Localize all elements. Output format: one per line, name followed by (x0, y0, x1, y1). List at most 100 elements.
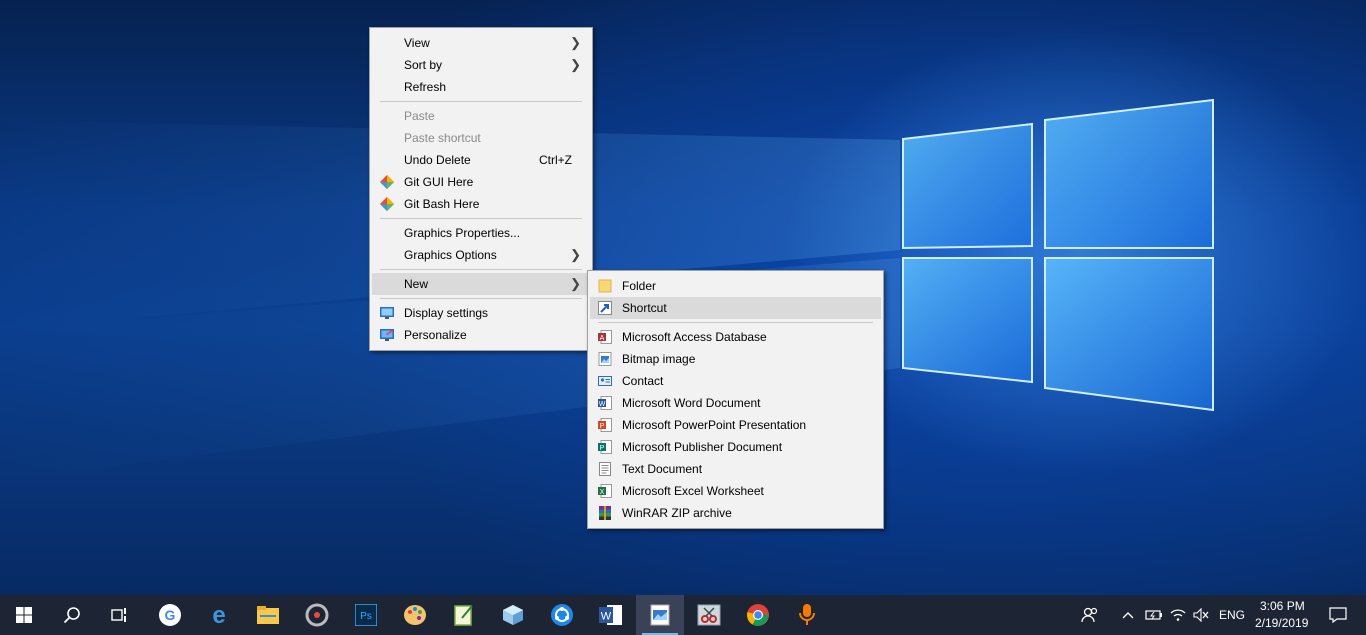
task-view-icon (111, 608, 126, 622)
menu-item-label: Shortcut (622, 301, 667, 315)
new-item-publisher-document[interactable]: P Microsoft Publisher Document (590, 436, 881, 458)
new-item-powerpoint-presentation[interactable]: P Microsoft PowerPoint Presentation (590, 414, 881, 436)
new-submenu: Folder Shortcut A Microsoft Access Datab… (587, 270, 884, 529)
volume-button[interactable] (1189, 595, 1213, 635)
word-button[interactable]: W (587, 595, 635, 635)
people-icon (1081, 607, 1098, 623)
menu-item-paste: Paste (372, 105, 590, 127)
image-viewer-icon (650, 604, 670, 626)
notepad-button[interactable] (440, 595, 488, 635)
chevron-right-icon: ❯ (570, 57, 581, 72)
task-view-button[interactable] (96, 595, 144, 635)
chrome-icon (747, 604, 769, 626)
powerpoint-icon: P (598, 418, 612, 432)
new-item-word-document[interactable]: W Microsoft Word Document (590, 392, 881, 414)
box-app-icon (503, 605, 523, 625)
menu-item-view[interactable]: View ❯ (372, 32, 590, 54)
menu-item-label: New (404, 277, 429, 291)
action-center-button[interactable] (1318, 595, 1358, 635)
svg-text:P: P (600, 423, 605, 430)
clock-time[interactable]: 3:06 PM (1260, 599, 1305, 613)
new-item-access-database[interactable]: A Microsoft Access Database (590, 326, 881, 348)
wifi-icon (1170, 609, 1186, 621)
new-item-excel-worksheet[interactable]: X Microsoft Excel Worksheet (590, 480, 881, 502)
microphone-icon (799, 604, 815, 625)
menu-item-shortcut: Ctrl+Z (539, 153, 572, 167)
display-icon (380, 307, 394, 319)
menu-separator (380, 218, 582, 219)
box-app-button[interactable] (489, 595, 537, 635)
show-hidden-icons-button[interactable] (1116, 595, 1140, 635)
menu-item-label: Graphics Properties... (404, 226, 521, 240)
menu-separator (380, 101, 582, 102)
svg-text:Ps: Ps (360, 611, 372, 622)
menu-item-git-gui-here[interactable]: Git GUI Here (372, 171, 590, 193)
clock-date[interactable]: 2/19/2019 (1255, 616, 1308, 630)
access-icon: A (598, 330, 612, 344)
svg-text:W: W (601, 611, 612, 623)
new-item-contact[interactable]: Contact (590, 370, 881, 392)
chevron-right-icon: ❯ (570, 247, 581, 262)
menu-item-graphics-options[interactable]: Graphics Options ❯ (372, 244, 590, 266)
menu-item-display-settings[interactable]: Display settings (372, 302, 590, 324)
language-indicator[interactable]: ENG (1219, 608, 1245, 622)
new-item-bitmap-image[interactable]: Bitmap image (590, 348, 881, 370)
svg-text:X: X (600, 489, 605, 496)
paint-button[interactable] (391, 595, 439, 635)
word-icon: W (599, 605, 622, 625)
sync-app-icon (551, 604, 573, 626)
file-explorer-button[interactable] (244, 595, 292, 635)
edge-icon: e (212, 603, 225, 627)
search-icon (63, 607, 80, 624)
menu-item-label: Paste (404, 109, 435, 123)
menu-item-undo-delete[interactable]: Undo Delete Ctrl+Z (372, 149, 590, 171)
menu-item-label: Microsoft Excel Worksheet (622, 484, 764, 498)
new-item-winrar-zip-archive[interactable]: WinRAR ZIP archive (590, 502, 881, 524)
menu-item-label: Personalize (404, 328, 467, 342)
google-icon: G (159, 604, 181, 626)
search-button[interactable] (48, 595, 96, 635)
menu-separator (598, 322, 873, 323)
sync-app-button[interactable] (538, 595, 586, 635)
image-viewer-button[interactable] (636, 595, 684, 635)
edge-button[interactable]: e (195, 595, 243, 635)
menu-item-label: Paste shortcut (404, 131, 481, 145)
menu-item-label: Folder (622, 279, 657, 293)
photoshop-icon: Ps (355, 604, 377, 626)
menu-separator (380, 298, 582, 299)
obs-button[interactable] (293, 595, 341, 635)
battery-button[interactable] (1142, 595, 1166, 635)
menu-item-label: Sort by (404, 58, 443, 72)
menu-item-label: Text Document (622, 462, 703, 476)
menu-item-label: Bitmap image (622, 352, 696, 366)
menu-item-graphics-properties[interactable]: Graphics Properties... (372, 222, 590, 244)
menu-item-personalize[interactable]: Personalize (372, 324, 590, 346)
new-item-text-document[interactable]: Text Document (590, 458, 881, 480)
chevron-up-icon (1122, 612, 1134, 619)
menu-separator (380, 269, 582, 270)
menu-item-refresh[interactable]: Refresh (372, 76, 590, 98)
photoshop-button[interactable]: Ps (342, 595, 390, 635)
new-item-folder[interactable]: Folder (590, 275, 881, 297)
chrome-button[interactable] (734, 595, 782, 635)
new-item-shortcut[interactable]: Shortcut (590, 297, 881, 319)
publisher-icon: P (598, 440, 612, 454)
menu-item-git-bash-here[interactable]: Git Bash Here (372, 193, 590, 215)
shortcut-icon (598, 301, 612, 315)
menu-item-label: Microsoft Word Document (622, 396, 761, 410)
network-button[interactable] (1166, 595, 1190, 635)
google-app-button[interactable]: G (146, 595, 194, 635)
paint-icon (404, 605, 426, 625)
menu-item-label: Graphics Options (404, 248, 497, 262)
file-explorer-icon (257, 606, 279, 624)
people-button[interactable] (1070, 595, 1110, 635)
menu-item-sort-by[interactable]: Sort by ❯ (372, 54, 590, 76)
menu-item-label: Git Bash Here (404, 197, 480, 211)
microphone-app-button[interactable] (783, 595, 831, 635)
snipping-tool-icon (697, 604, 721, 626)
start-button[interactable] (0, 595, 48, 635)
snipping-tool-button[interactable] (685, 595, 733, 635)
menu-item-new[interactable]: New ❯ (372, 273, 590, 295)
menu-item-label: Git GUI Here (404, 175, 474, 189)
menu-item-label: Refresh (404, 80, 447, 94)
